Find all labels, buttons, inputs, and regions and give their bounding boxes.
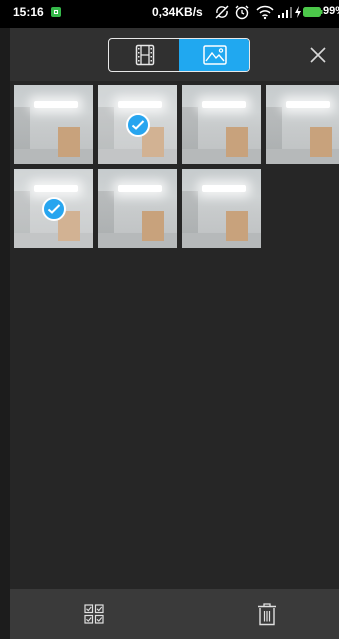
status-bar: 15:16 0,34KB/s 99 [0, 0, 339, 28]
select-all-button[interactable] [84, 604, 104, 624]
trash-icon [258, 603, 276, 626]
alarm-icon [235, 5, 249, 20]
status-icons: 99% [214, 4, 339, 22]
photo-thumbnail[interactable] [266, 85, 339, 164]
charging-icon [295, 6, 301, 18]
screen: 15:16 0,34KB/s 99 [0, 0, 339, 639]
top-bar [10, 28, 339, 81]
film-strip-icon [135, 44, 154, 66]
close-button[interactable] [308, 45, 328, 65]
network-speed: 0,34KB/s [152, 5, 203, 19]
photo-thumbnail[interactable] [14, 85, 93, 164]
battery-icon [303, 7, 323, 17]
battery-percent: 99% [323, 5, 339, 17]
wifi-icon [256, 5, 274, 20]
selected-check-icon [42, 197, 66, 221]
status-time: 15:16 [13, 5, 44, 19]
photo-thumbnail[interactable] [182, 169, 261, 248]
notification-icon [51, 7, 61, 17]
gallery-grid [10, 81, 339, 589]
selected-check-icon [126, 113, 150, 137]
image-icon [202, 45, 227, 65]
video-mode-tab[interactable] [109, 39, 180, 71]
close-icon [310, 47, 326, 63]
select-all-icon [84, 604, 104, 624]
photo-thumbnail[interactable] [14, 169, 93, 248]
mode-toggle [108, 38, 250, 72]
data-sync-off-icon [215, 5, 229, 19]
photo-thumbnail[interactable] [98, 85, 177, 164]
delete-button[interactable] [257, 602, 277, 626]
bottom-bar [10, 589, 339, 639]
signal-icon [278, 7, 292, 18]
photo-thumbnail[interactable] [98, 169, 177, 248]
photo-thumbnail[interactable] [182, 85, 261, 164]
photo-mode-tab[interactable] [179, 39, 249, 71]
